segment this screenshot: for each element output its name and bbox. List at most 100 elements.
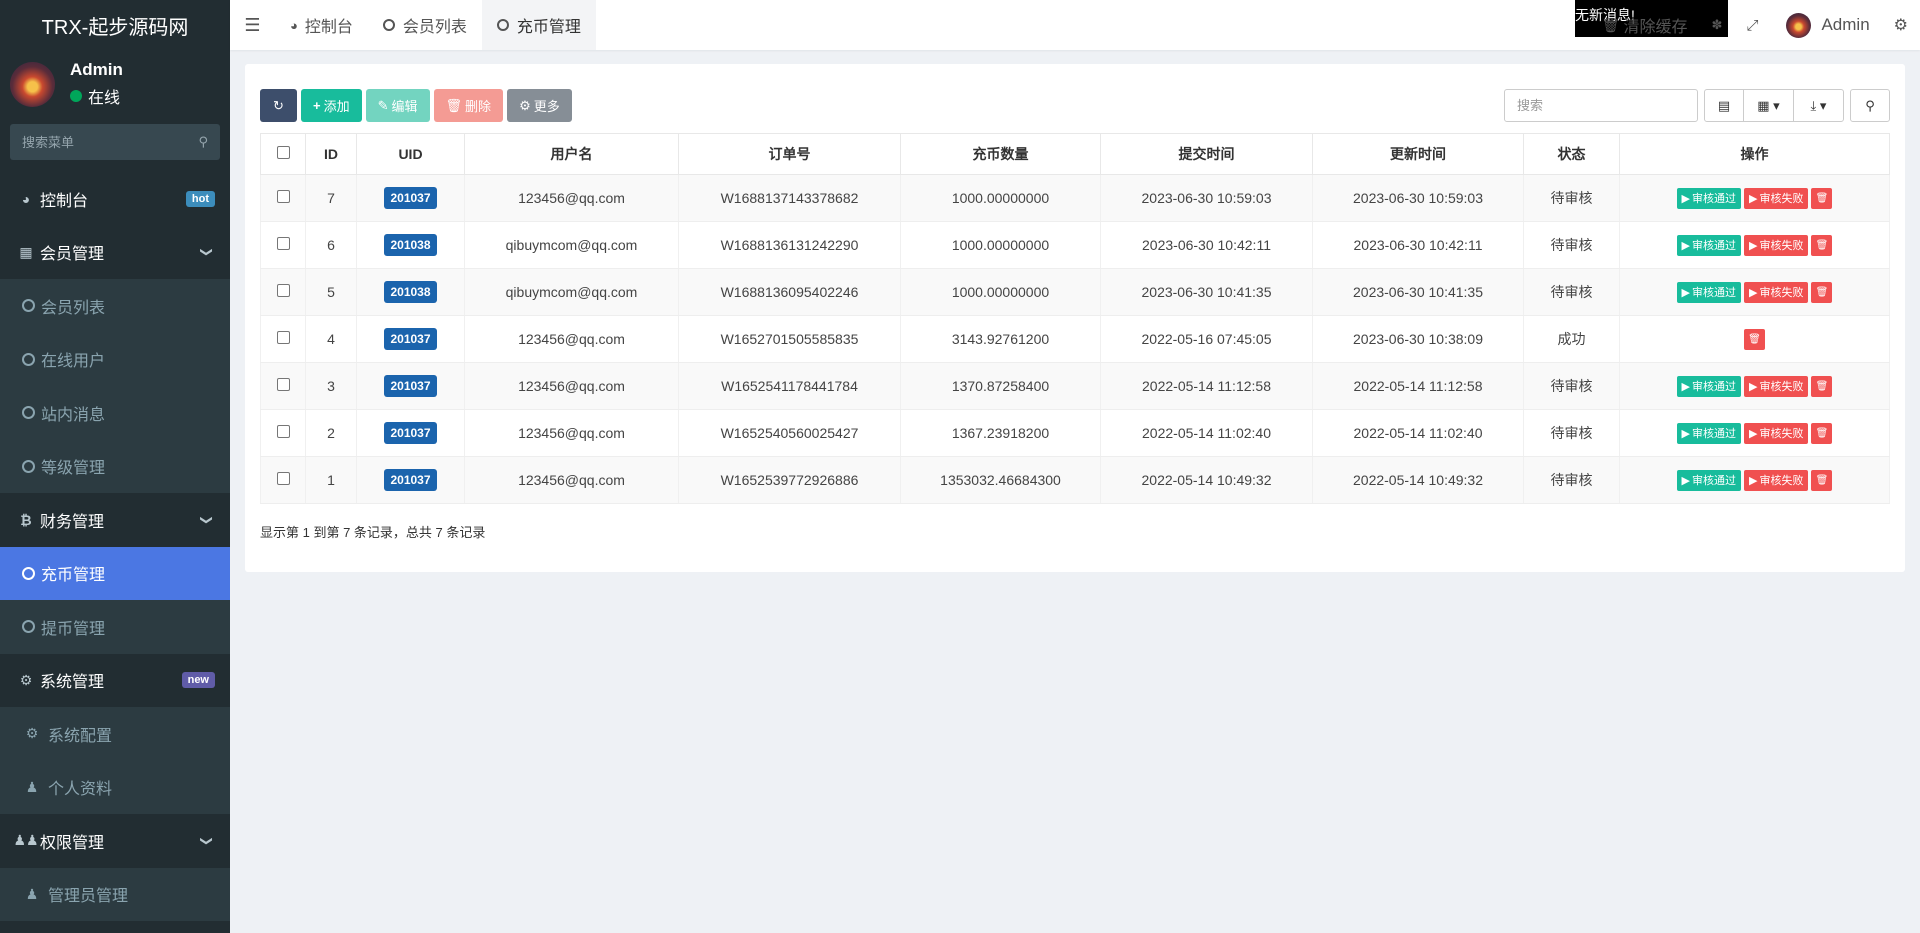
toggle-view-button[interactable]: ▤ <box>1704 89 1744 122</box>
table-row[interactable]: 7 201037 123456@qq.com W1688137143378682 100… <box>260 174 1890 222</box>
row-checkbox[interactable] <box>276 190 290 203</box>
row-delete-button[interactable]: 🗑 <box>1744 328 1765 350</box>
row-checkbox[interactable] <box>276 378 290 391</box>
uid-badge[interactable]: 201037 <box>384 187 437 209</box>
column-header[interactable]: 提交时间 <box>1100 133 1313 175</box>
row-checkbox[interactable] <box>276 284 290 297</box>
circle-icon <box>496 19 509 31</box>
row-delete-button[interactable]: 🗑 <box>1811 422 1833 444</box>
uid-badge[interactable]: 201037 <box>384 328 437 350</box>
sidebar-item-member-management[interactable]: ▦ 会员管理 ❯ <box>0 225 230 279</box>
column-header[interactable]: UID <box>356 133 465 175</box>
sidebar-item-withdraw-management[interactable]: 提币管理 <box>0 600 230 654</box>
clear-cache-button[interactable]: 🗑 清除缓存 <box>1590 0 1700 50</box>
column-header[interactable]: 用户名 <box>464 133 679 175</box>
row-delete-button[interactable]: 🗑 <box>1811 469 1833 491</box>
column-header[interactable]: 状态 <box>1523 133 1620 175</box>
settings-button[interactable]: ⚙ <box>1882 0 1920 50</box>
row-delete-button[interactable]: 🗑 <box>1811 187 1833 209</box>
sidebar-search-input[interactable] <box>22 134 182 150</box>
sidebar-item-profile[interactable]: ♟ 个人资料 <box>0 760 230 814</box>
user-panel: Admin 在线 <box>0 50 230 118</box>
app-logo[interactable]: TRX-起步源码网 <box>0 0 230 50</box>
export-button[interactable]: ⤓ ▾ <box>1793 89 1844 122</box>
sidebar-item-deposit-management[interactable]: 充币管理 <box>0 546 230 600</box>
reject-button[interactable]: ▶ 审核失败 <box>1744 234 1809 256</box>
tab-deposit-management[interactable]: 充币管理 <box>481 0 596 50</box>
language-button[interactable]: ✽ <box>1700 0 1735 50</box>
tab-member-list[interactable]: 会员列表 <box>368 0 482 50</box>
table-row[interactable]: 1 201037 123456@qq.com W1652539772926886 135… <box>260 456 1890 504</box>
sidebar-item-system[interactable]: ⚙ 系统管理 new <box>0 653 230 707</box>
row-delete-button[interactable]: 🗑 <box>1811 375 1833 397</box>
reject-button[interactable]: ▶ 审核失败 <box>1744 375 1809 397</box>
sidebar-item-level-management[interactable]: 等级管理 <box>0 439 230 493</box>
column-header[interactable]: 订单号 <box>678 133 901 175</box>
play-icon: ▶ <box>1749 474 1758 487</box>
sidebar-item-member-list[interactable]: 会员列表 <box>0 279 230 333</box>
table-row[interactable]: 5 201038 qibuymcom@qq.com W1688136095402246… <box>260 268 1890 316</box>
sidebar-item-system-config[interactable]: ⚙ 系统配置 <box>0 707 230 761</box>
refresh-button[interactable]: ↻ <box>260 89 297 122</box>
sidebar-item-permissions[interactable]: ♟♟ 权限管理 ❯ <box>0 814 230 868</box>
reject-button[interactable]: ▶ 审核失败 <box>1744 281 1809 303</box>
uid-badge[interactable]: 201038 <box>384 281 437 303</box>
approve-button[interactable]: ▶ 审核通过 <box>1676 187 1741 209</box>
actions-cell: ▶ 审核通过 ▶ 审核失败 🗑 <box>1619 362 1890 410</box>
reject-button[interactable]: ▶ 审核失败 <box>1744 422 1809 444</box>
table-row[interactable]: 4 201037 123456@qq.com W1652701505585835 314… <box>260 315 1890 363</box>
advanced-search-button[interactable]: ⚲ <box>1850 89 1890 122</box>
approve-button[interactable]: ▶ 审核通过 <box>1676 469 1741 491</box>
reject-button[interactable]: ▶ 审核失败 <box>1744 187 1809 209</box>
row-checkbox[interactable] <box>276 331 290 344</box>
bitcoin-icon: ₿ <box>20 511 32 528</box>
uid-badge[interactable]: 201037 <box>384 375 437 397</box>
row-checkbox[interactable] <box>276 472 290 485</box>
columns-button[interactable]: ▦ ▾ <box>1743 89 1794 122</box>
row-delete-button[interactable]: 🗑 <box>1811 281 1833 303</box>
sidebar-item-dashboard[interactable]: ◕ 控制台 hot <box>0 172 230 226</box>
approve-button[interactable]: ▶ 审核通过 <box>1676 375 1741 397</box>
reject-label: 审核失败 <box>1759 193 1804 205</box>
column-header[interactable]: 更新时间 <box>1312 133 1524 175</box>
delete-button[interactable]: 🗑 删除 <box>433 89 504 122</box>
uid-badge[interactable]: 201037 <box>384 469 437 491</box>
trash-icon: 🗑 <box>1815 380 1829 392</box>
table-row[interactable]: 2 201037 123456@qq.com W1652540560025427 136… <box>260 409 1890 457</box>
table-search-input[interactable] <box>1504 89 1698 122</box>
updated-cell: 2023-06-30 10:41:35 <box>1312 268 1524 316</box>
sidebar-item-online-users[interactable]: 在线用户 <box>0 332 230 386</box>
edit-button[interactable]: ✎ 编辑 <box>365 89 430 122</box>
row-checkbox[interactable] <box>276 237 290 250</box>
sidebar-item-label: 权限管理 <box>40 834 105 852</box>
submitted-cell: 2023-06-30 10:59:03 <box>1100 174 1313 222</box>
submitted-cell: 2022-05-14 11:02:40 <box>1100 409 1313 457</box>
approve-button[interactable]: ▶ 审核通过 <box>1676 281 1741 303</box>
add-button[interactable]: + 添加 <box>301 89 362 122</box>
sidebar-item-admin-management[interactable]: ♟ 管理员管理 <box>0 867 230 921</box>
sidebar-item-messages[interactable]: 站内消息 <box>0 386 230 440</box>
approve-button[interactable]: ▶ 审核通过 <box>1676 422 1741 444</box>
sidebar-item-finance[interactable]: ₿ 财务管理 ❯ <box>0 493 230 547</box>
search-icon[interactable]: ⚲ <box>198 134 208 150</box>
table-row[interactable]: 3 201037 123456@qq.com W1652541178441784 137… <box>260 362 1890 410</box>
column-header[interactable]: 充币数量 <box>900 133 1101 175</box>
admin-menu[interactable]: Admin <box>1770 0 1881 50</box>
row-checkbox[interactable] <box>276 425 290 438</box>
more-label: 更多 <box>533 99 560 114</box>
reject-button[interactable]: ▶ 审核失败 <box>1744 469 1809 491</box>
uid-badge[interactable]: 201038 <box>384 234 437 256</box>
menu-toggle-icon[interactable]: ☰ <box>230 0 275 50</box>
more-button[interactable]: ⚙ 更多 <box>507 89 572 122</box>
username-cell: qibuymcom@qq.com <box>464 268 679 316</box>
table-row[interactable]: 6 201038 qibuymcom@qq.com W1688136131242290… <box>260 221 1890 269</box>
fullscreen-button[interactable]: ⤢ <box>1734 0 1770 50</box>
row-delete-button[interactable]: 🗑 <box>1811 234 1833 256</box>
select-all-checkbox[interactable] <box>276 146 290 159</box>
status-cell: 待审核 <box>1523 362 1620 410</box>
column-header[interactable]: ID <box>305 133 357 175</box>
uid-badge[interactable]: 201037 <box>384 422 437 444</box>
tab-dashboard[interactable]: ◕ 控制台 <box>275 0 368 50</box>
uid-cell: 201038 <box>356 221 465 269</box>
approve-button[interactable]: ▶ 审核通过 <box>1676 234 1741 256</box>
